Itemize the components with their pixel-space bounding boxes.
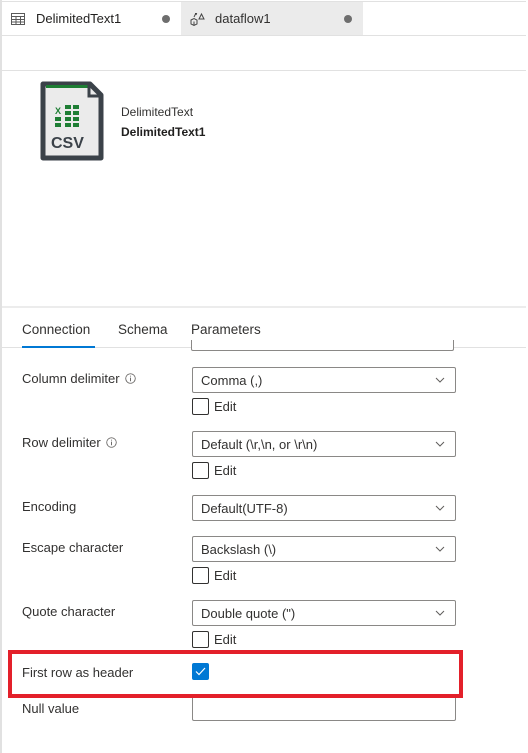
panel-left-border [0, 0, 2, 753]
tab-schema[interactable]: Schema [118, 322, 168, 337]
label-text: Null value [22, 701, 80, 716]
tab-label: DelimitedText1 [36, 11, 122, 26]
label-text: Column delimiter [22, 371, 120, 386]
escape-character-label: Escape character [22, 540, 123, 555]
label-text: First row as header [22, 665, 134, 680]
first-row-as-header-checkbox[interactable] [192, 663, 209, 680]
dataflow-icon [189, 11, 205, 27]
encoding-label: Encoding [22, 499, 76, 514]
unsaved-indicator [344, 14, 352, 23]
chevron-down-icon [435, 377, 445, 383]
edit-checkbox[interactable] [192, 631, 209, 648]
first-row-as-header-toggle[interactable] [192, 663, 214, 680]
edit-label: Edit [214, 632, 237, 647]
tab-label: dataflow1 [215, 11, 271, 26]
csv-icon-label: CSV [51, 135, 84, 152]
chevron-down-icon [435, 441, 445, 447]
null-value-label: Null value [22, 701, 79, 716]
column-delimiter-select[interactable]: Comma (,) [192, 367, 456, 393]
section-divider [2, 306, 526, 308]
null-value-input[interactable] [192, 695, 456, 721]
edit-checkbox[interactable] [192, 462, 209, 479]
svg-text:X: X [55, 106, 61, 116]
quote-character-edit[interactable]: Edit [192, 631, 236, 648]
editor-tab-strip: DelimitedText1 dataflow1 [2, 1, 526, 36]
header-divider [2, 70, 526, 71]
active-tab-indicator [22, 346, 95, 348]
selected-value: Backslash (\) [201, 541, 277, 557]
edit-checkbox[interactable] [192, 398, 209, 415]
column-delimiter-edit[interactable]: Edit [192, 398, 236, 415]
edit-label: Edit [214, 568, 237, 583]
tab-parameters[interactable]: Parameters [191, 322, 261, 337]
column-delimiter-label: Column delimiter [22, 371, 136, 386]
edit-checkbox[interactable] [192, 567, 209, 584]
selected-value: Default (\r,\n, or \r\n) [201, 436, 318, 452]
first-row-as-header-label: First row as header [22, 665, 133, 680]
escape-character-edit[interactable]: Edit [192, 567, 236, 584]
tab-connection[interactable]: Connection [22, 322, 90, 337]
tab-dataflow1[interactable]: dataflow1 [181, 2, 363, 35]
label-text: Row delimiter [22, 435, 101, 450]
row-delimiter-edit[interactable]: Edit [192, 462, 236, 479]
escape-character-select[interactable]: Backslash (\) [192, 536, 456, 562]
info-icon[interactable] [106, 437, 117, 448]
checkmark-icon [195, 667, 206, 676]
label-text: Escape character [22, 540, 124, 555]
scrolled-field-input[interactable] [191, 340, 454, 351]
selected-value: Comma (,) [201, 372, 263, 388]
edit-label: Edit [214, 399, 237, 414]
quote-character-select[interactable]: Double quote (") [192, 600, 456, 626]
dataset-type: DelimitedText [121, 105, 194, 119]
dataset-name: DelimitedText1 [121, 125, 206, 139]
selected-value: Double quote (") [201, 605, 296, 621]
selected-value: Default(UTF-8) [201, 500, 288, 516]
row-delimiter-select[interactable]: Default (\r,\n, or \r\n) [192, 431, 456, 457]
label-text: Encoding [22, 499, 77, 514]
chevron-down-icon [435, 610, 445, 616]
edit-label: Edit [214, 463, 237, 478]
csv-file-icon: X CSV [40, 81, 104, 161]
chevron-down-icon [435, 546, 445, 552]
chevron-down-icon [435, 505, 445, 511]
info-icon[interactable] [124, 373, 136, 384]
tab-delimitedtext1[interactable]: DelimitedText1 [2, 2, 181, 35]
quote-character-label: Quote character [22, 604, 115, 619]
encoding-select[interactable]: Default(UTF-8) [192, 495, 456, 521]
unsaved-indicator [162, 14, 170, 23]
label-text: Quote character [22, 604, 116, 619]
row-delimiter-label: Row delimiter [22, 435, 117, 450]
table-icon [10, 11, 26, 27]
